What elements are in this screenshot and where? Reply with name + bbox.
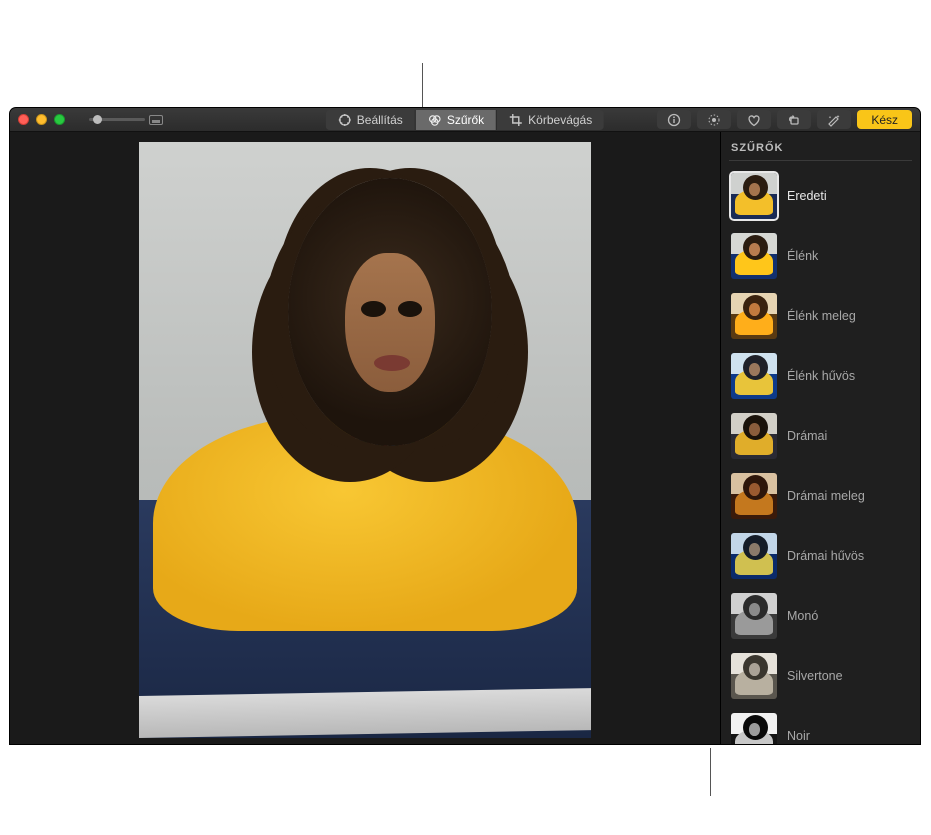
filter-thumbnail xyxy=(731,413,777,459)
window-controls xyxy=(18,114,65,125)
photo-preview xyxy=(139,142,591,738)
thumbnail-size-icon xyxy=(149,115,163,125)
filter-item[interactable]: Élénk hűvös xyxy=(729,349,912,403)
callout-line-top xyxy=(422,63,423,111)
filter-label: Silvertone xyxy=(787,669,843,683)
info-button[interactable] xyxy=(657,110,691,129)
done-button-label: Kész xyxy=(871,113,898,127)
filter-thumbnail xyxy=(731,233,777,279)
close-window-button[interactable] xyxy=(18,114,29,125)
filter-item[interactable]: Drámai meleg xyxy=(729,469,912,523)
zoom-slider-track[interactable] xyxy=(89,118,145,121)
callout-line-bottom xyxy=(710,748,711,796)
filter-label: Élénk meleg xyxy=(787,309,856,323)
live-photo-button[interactable] xyxy=(697,110,731,129)
filter-thumbnail xyxy=(731,653,777,699)
done-button[interactable]: Kész xyxy=(857,110,912,129)
filters-icon xyxy=(428,113,442,127)
favorite-button[interactable] xyxy=(737,110,771,129)
filter-item[interactable]: Eredeti xyxy=(729,169,912,223)
filters-tab-label: Szűrők xyxy=(447,113,484,127)
crop-tab-label: Körbevágás xyxy=(528,113,592,127)
filter-label: Élénk xyxy=(787,249,818,263)
filter-thumbnail xyxy=(731,533,777,579)
filters-panel-title: SZŰRŐK xyxy=(729,142,912,161)
auto-enhance-button[interactable] xyxy=(817,110,851,129)
fullscreen-window-button[interactable] xyxy=(54,114,65,125)
zoom-slider-thumb[interactable] xyxy=(93,115,102,124)
filter-item[interactable]: Élénk xyxy=(729,229,912,283)
filter-item[interactable]: Noir xyxy=(729,709,912,744)
filters-tab[interactable]: Szűrők xyxy=(416,110,497,130)
filters-panel: SZŰRŐK Eredeti Élénk Élénk meleg Élénk hűvö… xyxy=(720,132,920,744)
filter-thumbnail xyxy=(731,473,777,519)
filter-item[interactable]: Drámai hűvös xyxy=(729,529,912,583)
filter-thumbnail xyxy=(731,593,777,639)
filter-list: Eredeti Élénk Élénk meleg Élénk hűvös Drámai… xyxy=(729,169,912,744)
filter-label: Eredeti xyxy=(787,189,827,203)
filter-label: Monó xyxy=(787,609,818,623)
filter-label: Drámai hűvös xyxy=(787,549,864,563)
filter-thumbnail xyxy=(731,353,777,399)
adjust-tab[interactable]: Beállítás xyxy=(326,110,416,130)
titlebar: Beállítás Szűrők Körbevágás xyxy=(10,108,920,132)
adjust-tab-label: Beállítás xyxy=(357,113,403,127)
zoom-slider[interactable] xyxy=(89,115,163,125)
filter-label: Noir xyxy=(787,729,810,743)
info-icon xyxy=(667,113,681,127)
filter-label: Drámai xyxy=(787,429,827,443)
filter-item[interactable]: Monó xyxy=(729,589,912,643)
crop-tab[interactable]: Körbevágás xyxy=(497,110,604,130)
filter-thumbnail xyxy=(731,713,777,744)
heart-icon xyxy=(746,113,762,127)
editor-content: SZŰRŐK Eredeti Élénk Élénk meleg Élénk hűvö… xyxy=(10,132,920,744)
crop-icon xyxy=(509,113,523,127)
rotate-button[interactable] xyxy=(777,110,811,129)
filter-thumbnail xyxy=(731,173,777,219)
edit-mode-segmented-control: Beállítás Szűrők Körbevágás xyxy=(326,110,604,130)
filter-label: Élénk hűvös xyxy=(787,369,855,383)
filter-label: Drámai meleg xyxy=(787,489,865,503)
magic-wand-icon xyxy=(826,113,842,127)
photos-edit-window: Beállítás Szűrők Körbevágás xyxy=(10,108,920,744)
live-photo-icon xyxy=(707,113,721,127)
toolbar-right: Kész xyxy=(657,110,912,129)
filter-thumbnail xyxy=(731,293,777,339)
photo-canvas[interactable] xyxy=(10,132,720,744)
filter-item[interactable]: Drámai xyxy=(729,409,912,463)
filter-item[interactable]: Silvertone xyxy=(729,649,912,703)
adjust-icon xyxy=(338,113,352,127)
rotate-icon xyxy=(787,113,801,127)
filter-item[interactable]: Élénk meleg xyxy=(729,289,912,343)
minimize-window-button[interactable] xyxy=(36,114,47,125)
